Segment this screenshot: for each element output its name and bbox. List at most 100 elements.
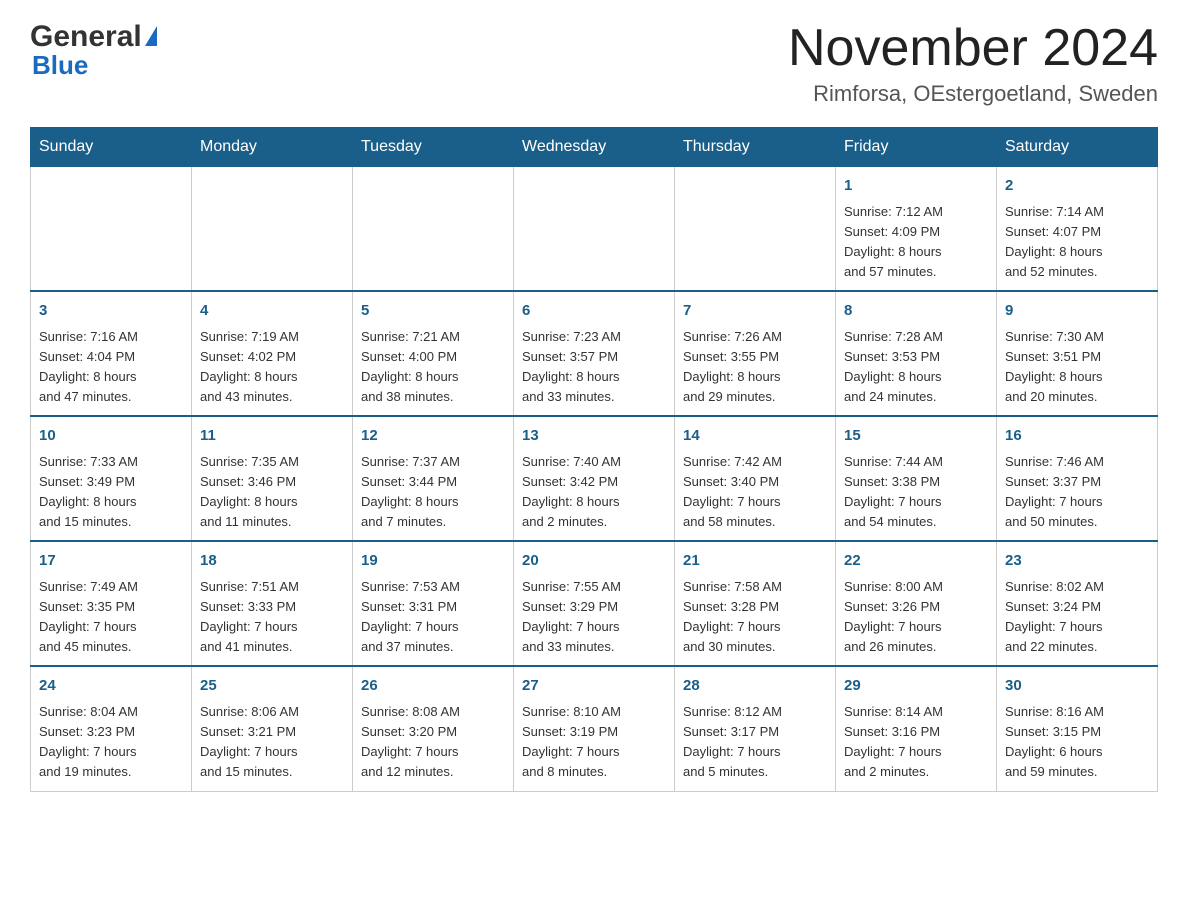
calendar-cell: 13 Sunrise: 7:40 AM Sunset: 3:42 PM Dayli… xyxy=(514,416,675,541)
day-info: Sunrise: 7:21 AM Sunset: 4:00 PM Dayligh… xyxy=(361,327,505,408)
day-info: Sunrise: 8:00 AM Sunset: 3:26 PM Dayligh… xyxy=(844,577,988,658)
calendar-cell: 23Sunrise: 8:02 AM Sunset: 3:24 PM Dayli… xyxy=(997,541,1158,666)
day-number: 15 xyxy=(844,425,988,448)
day-info: Sunrise: 7:28 AM Sunset: 3:53 PM Dayligh… xyxy=(844,327,988,408)
logo-triangle-icon xyxy=(145,26,157,46)
calendar-cell: 26 Sunrise: 8:08 AM Sunset: 3:20 PM Dayli… xyxy=(353,666,514,791)
day-number: 11 xyxy=(200,425,344,448)
calendar-cell: 1Sunrise: 7:12 AM Sunset: 4:09 PM Daylig… xyxy=(836,167,997,292)
day-number: 4 xyxy=(200,300,344,323)
day-number: 30 xyxy=(1005,675,1149,698)
day-number: 9 xyxy=(1005,300,1149,323)
day-number: 29 xyxy=(844,675,988,698)
day-number: 16 xyxy=(1005,425,1149,448)
calendar-week-row: 3 Sunrise: 7:16 AM Sunset: 4:04 PM Daylig… xyxy=(31,291,1158,416)
calendar-week-row: 17 Sunrise: 7:49 AM Sunset: 3:35 PM Dayli… xyxy=(31,541,1158,666)
calendar-cell: 19Sunrise: 7:53 AM Sunset: 3:31 PM Dayli… xyxy=(353,541,514,666)
weekday-header-tuesday: Tuesday xyxy=(353,128,514,167)
day-number: 6 xyxy=(522,300,666,323)
day-number: 13 xyxy=(522,425,666,448)
day-number: 19 xyxy=(361,550,505,573)
day-number: 22 xyxy=(844,550,988,573)
day-info: Sunrise: 8:06 AM Sunset: 3:21 PM Dayligh… xyxy=(200,702,344,783)
day-info: Sunrise: 7:58 AM Sunset: 3:28 PM Dayligh… xyxy=(683,577,827,658)
day-number: 24 xyxy=(39,675,183,698)
day-info: Sunrise: 8:04 AM Sunset: 3:23 PM Dayligh… xyxy=(39,702,183,783)
calendar-cell: 5 Sunrise: 7:21 AM Sunset: 4:00 PM Daylig… xyxy=(353,291,514,416)
calendar-week-row: 1Sunrise: 7:12 AM Sunset: 4:09 PM Daylig… xyxy=(31,167,1158,292)
calendar-cell: 22 Sunrise: 8:00 AM Sunset: 3:26 PM Dayli… xyxy=(836,541,997,666)
day-number: 27 xyxy=(522,675,666,698)
day-info: Sunrise: 7:33 AM Sunset: 3:49 PM Dayligh… xyxy=(39,452,183,533)
calendar-cell: 21 Sunrise: 7:58 AM Sunset: 3:28 PM Dayli… xyxy=(675,541,836,666)
calendar-cell: 28 Sunrise: 8:12 AM Sunset: 3:17 PM Dayli… xyxy=(675,666,836,791)
location-text: Rimforsa, OEstergoetland, Sweden xyxy=(788,81,1158,107)
day-number: 12 xyxy=(361,425,505,448)
calendar-cell: 12 Sunrise: 7:37 AM Sunset: 3:44 PM Dayli… xyxy=(353,416,514,541)
day-info: Sunrise: 7:26 AM Sunset: 3:55 PM Dayligh… xyxy=(683,327,827,408)
day-number: 23 xyxy=(1005,550,1149,573)
calendar-cell xyxy=(192,167,353,292)
day-info: Sunrise: 8:16 AM Sunset: 3:15 PM Dayligh… xyxy=(1005,702,1149,783)
weekday-header-sunday: Sunday xyxy=(31,128,192,167)
day-info: Sunrise: 7:16 AM Sunset: 4:04 PM Dayligh… xyxy=(39,327,183,408)
calendar-cell: 30 Sunrise: 8:16 AM Sunset: 3:15 PM Dayli… xyxy=(997,666,1158,791)
day-info: Sunrise: 7:49 AM Sunset: 3:35 PM Dayligh… xyxy=(39,577,183,658)
day-number: 26 xyxy=(361,675,505,698)
calendar-cell: 4Sunrise: 7:19 AM Sunset: 4:02 PM Daylig… xyxy=(192,291,353,416)
page-header: General Blue November 2024 Rimforsa, OEs… xyxy=(30,20,1158,107)
month-title: November 2024 xyxy=(788,20,1158,77)
day-info: Sunrise: 7:44 AM Sunset: 3:38 PM Dayligh… xyxy=(844,452,988,533)
day-info: Sunrise: 7:35 AM Sunset: 3:46 PM Dayligh… xyxy=(200,452,344,533)
calendar-cell: 17 Sunrise: 7:49 AM Sunset: 3:35 PM Dayli… xyxy=(31,541,192,666)
day-info: Sunrise: 8:14 AM Sunset: 3:16 PM Dayligh… xyxy=(844,702,988,783)
calendar-cell: 6 Sunrise: 7:23 AM Sunset: 3:57 PM Daylig… xyxy=(514,291,675,416)
day-number: 25 xyxy=(200,675,344,698)
day-info: Sunrise: 7:40 AM Sunset: 3:42 PM Dayligh… xyxy=(522,452,666,533)
weekday-header-monday: Monday xyxy=(192,128,353,167)
day-number: 5 xyxy=(361,300,505,323)
calendar-cell: 8 Sunrise: 7:28 AM Sunset: 3:53 PM Daylig… xyxy=(836,291,997,416)
day-number: 14 xyxy=(683,425,827,448)
day-number: 28 xyxy=(683,675,827,698)
logo: General Blue xyxy=(30,20,157,81)
weekday-header-friday: Friday xyxy=(836,128,997,167)
calendar-week-row: 10 Sunrise: 7:33 AM Sunset: 3:49 PM Dayli… xyxy=(31,416,1158,541)
calendar-cell: 14 Sunrise: 7:42 AM Sunset: 3:40 PM Dayli… xyxy=(675,416,836,541)
day-number: 8 xyxy=(844,300,988,323)
day-number: 21 xyxy=(683,550,827,573)
weekday-header-wednesday: Wednesday xyxy=(514,128,675,167)
calendar-cell: 15 Sunrise: 7:44 AM Sunset: 3:38 PM Dayli… xyxy=(836,416,997,541)
day-number: 17 xyxy=(39,550,183,573)
calendar-cell: 16 Sunrise: 7:46 AM Sunset: 3:37 PM Dayli… xyxy=(997,416,1158,541)
calendar-cell: 25 Sunrise: 8:06 AM Sunset: 3:21 PM Dayli… xyxy=(192,666,353,791)
logo-blue-text: Blue xyxy=(32,50,88,81)
calendar-cell xyxy=(353,167,514,292)
calendar-cell: 3 Sunrise: 7:16 AM Sunset: 4:04 PM Daylig… xyxy=(31,291,192,416)
calendar-cell: 24 Sunrise: 8:04 AM Sunset: 3:23 PM Dayli… xyxy=(31,666,192,791)
calendar-cell: 27 Sunrise: 8:10 AM Sunset: 3:19 PM Dayli… xyxy=(514,666,675,791)
calendar-cell: 18Sunrise: 7:51 AM Sunset: 3:33 PM Dayli… xyxy=(192,541,353,666)
day-info: Sunrise: 7:37 AM Sunset: 3:44 PM Dayligh… xyxy=(361,452,505,533)
weekday-header-thursday: Thursday xyxy=(675,128,836,167)
day-number: 2 xyxy=(1005,175,1149,198)
day-number: 10 xyxy=(39,425,183,448)
calendar-cell: 29 Sunrise: 8:14 AM Sunset: 3:16 PM Dayli… xyxy=(836,666,997,791)
day-number: 18 xyxy=(200,550,344,573)
day-info: Sunrise: 7:14 AM Sunset: 4:07 PM Dayligh… xyxy=(1005,202,1149,283)
calendar-cell: 7Sunrise: 7:26 AM Sunset: 3:55 PM Daylig… xyxy=(675,291,836,416)
day-info: Sunrise: 8:08 AM Sunset: 3:20 PM Dayligh… xyxy=(361,702,505,783)
day-info: Sunrise: 8:10 AM Sunset: 3:19 PM Dayligh… xyxy=(522,702,666,783)
day-info: Sunrise: 7:30 AM Sunset: 3:51 PM Dayligh… xyxy=(1005,327,1149,408)
day-number: 20 xyxy=(522,550,666,573)
calendar-cell xyxy=(675,167,836,292)
day-info: Sunrise: 8:12 AM Sunset: 3:17 PM Dayligh… xyxy=(683,702,827,783)
day-number: 3 xyxy=(39,300,183,323)
day-info: Sunrise: 7:46 AM Sunset: 3:37 PM Dayligh… xyxy=(1005,452,1149,533)
weekday-header-saturday: Saturday xyxy=(997,128,1158,167)
weekday-header-row: SundayMondayTuesdayWednesdayThursdayFrid… xyxy=(31,128,1158,167)
calendar-cell: 10 Sunrise: 7:33 AM Sunset: 3:49 PM Dayli… xyxy=(31,416,192,541)
day-info: Sunrise: 7:23 AM Sunset: 3:57 PM Dayligh… xyxy=(522,327,666,408)
day-info: Sunrise: 7:42 AM Sunset: 3:40 PM Dayligh… xyxy=(683,452,827,533)
calendar-cell: 11 Sunrise: 7:35 AM Sunset: 3:46 PM Dayli… xyxy=(192,416,353,541)
